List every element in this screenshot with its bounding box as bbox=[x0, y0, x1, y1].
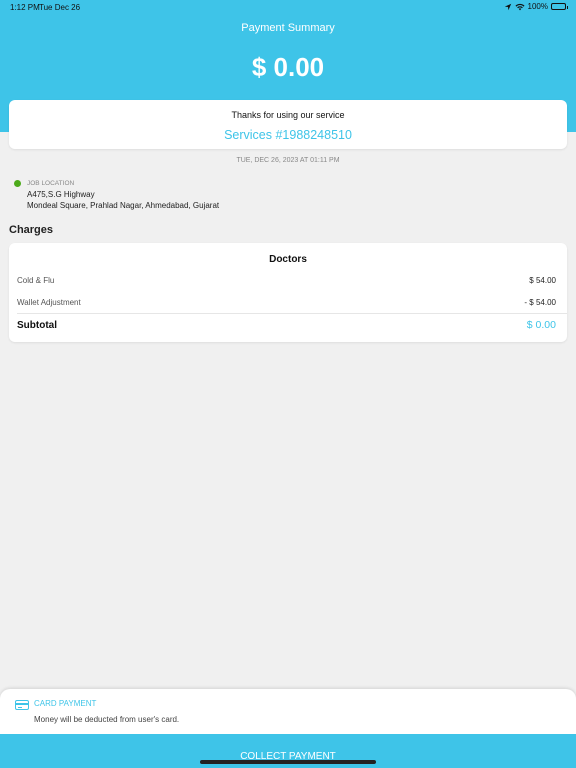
service-id: Services #1988248510 bbox=[224, 128, 352, 142]
charge-item-value: $ 54.00 bbox=[529, 276, 556, 285]
charges-card-title: Doctors bbox=[269, 254, 307, 265]
thanks-message: Thanks for using our service bbox=[231, 110, 345, 120]
status-bar: 1:12 PM Tue Dec 26 100% bbox=[0, 0, 576, 16]
total-amount: $ 0.00 bbox=[251, 52, 325, 82]
battery-icon bbox=[551, 3, 568, 10]
subtotal-label: Subtotal bbox=[17, 320, 57, 331]
job-datetime: TUE, DEC 26, 2023 AT 01:11 PM bbox=[236, 157, 340, 164]
credit-card-icon bbox=[15, 700, 29, 710]
charge-item-label: Wallet Adjustment bbox=[17, 298, 81, 307]
payment-method-panel[interactable]: CARD PAYMENT Money will be deducted from… bbox=[0, 689, 576, 739]
charges-title: Charges bbox=[9, 224, 54, 236]
payment-method-label: CARD PAYMENT bbox=[34, 699, 97, 708]
charges-card: Doctors Cold & Flu $ 54.00 Wallet Adjust… bbox=[9, 243, 567, 342]
battery-percent: 100% bbox=[527, 2, 548, 11]
home-indicator[interactable] bbox=[200, 760, 376, 764]
location-arrow-icon bbox=[504, 3, 511, 10]
service-card: Thanks for using our service Services #1… bbox=[9, 100, 567, 149]
status-time: 1:12 PM bbox=[10, 3, 40, 12]
location-label: JOB LOCATION bbox=[27, 180, 75, 187]
charge-item-value: - $ 54.00 bbox=[524, 298, 556, 307]
payment-method-description: Money will be deducted from user's card. bbox=[34, 715, 180, 724]
divider bbox=[17, 313, 567, 314]
status-indicators: 100% bbox=[504, 2, 568, 11]
location-dot-icon bbox=[14, 180, 21, 187]
location-address-line1: A475,S.G Highway bbox=[27, 190, 95, 199]
charge-item-label: Cold & Flu bbox=[17, 276, 55, 285]
wifi-icon bbox=[515, 3, 525, 10]
location-address-line2: Mondeal Square, Prahlad Nagar, Ahmedabad… bbox=[27, 201, 220, 210]
page-title: Payment Summary bbox=[241, 22, 335, 34]
subtotal-value: $ 0.00 bbox=[526, 319, 556, 331]
status-date: Tue Dec 26 bbox=[39, 3, 81, 12]
